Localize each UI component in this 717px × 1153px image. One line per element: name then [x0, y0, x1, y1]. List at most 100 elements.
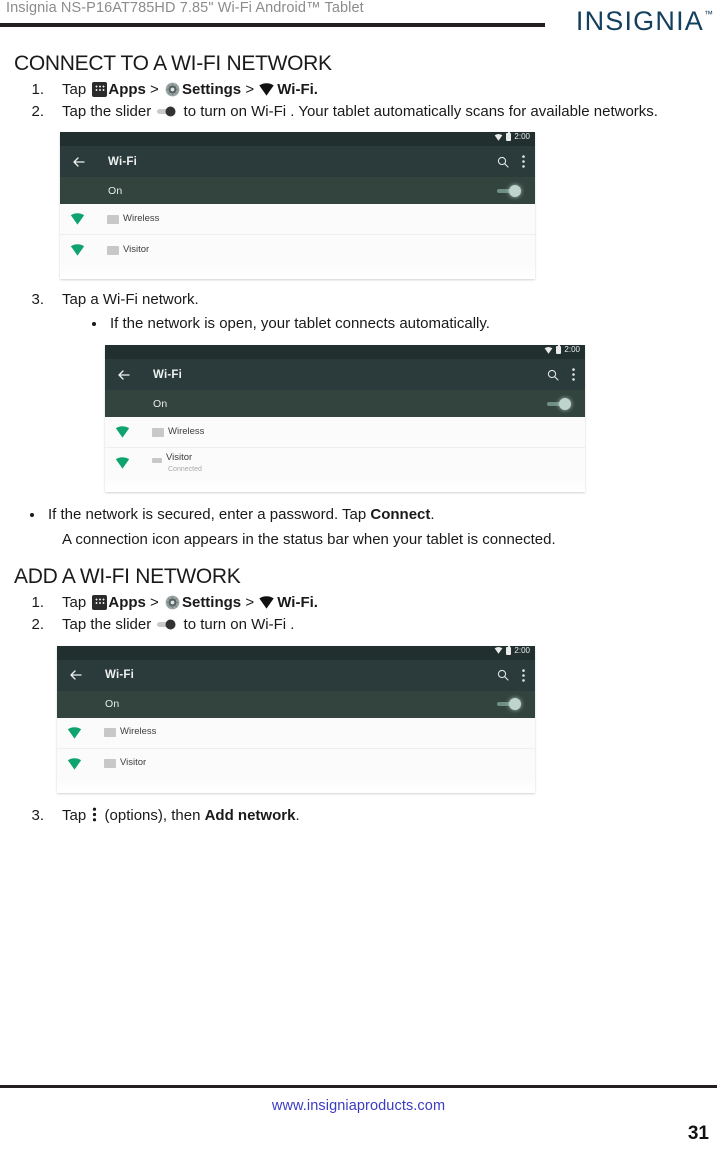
steps-list-connect-cont: 3. Tap a Wi-Fi network. If the network i…	[0, 289, 717, 335]
wifi-toggle-row[interactable]: On	[105, 390, 585, 418]
step-item: 2. Tap the slider to turn on Wi-Fi .	[0, 614, 717, 635]
step-separator: >	[145, 593, 163, 611]
list-fade	[57, 778, 535, 793]
network-name: Visitor	[104, 757, 146, 768]
battery-icon	[506, 645, 512, 655]
step-text-post: .	[295, 806, 300, 824]
step-item: 2. Tap the slider to turn on Wi-Fi . You…	[0, 101, 717, 122]
bullet-item: If the network is secured, enter a passw…	[0, 504, 717, 527]
insignia-logo-tm: ™	[704, 9, 713, 19]
network-row[interactable]: Wireless	[57, 718, 535, 749]
tablet-screenshot: 2:00 Wi-Fi On	[60, 132, 535, 280]
bullet-text: If the network is open, your tablet conn…	[110, 314, 490, 332]
step-bullets: If the network is open, your tablet conn…	[62, 313, 717, 336]
step-item: 1. Tap Apps > Settings > Wi-Fi.	[0, 79, 717, 100]
steps-list-connect: 1. Tap Apps > Settings > Wi-Fi. 2. Tap t…	[0, 79, 717, 123]
back-arrow-icon[interactable]	[117, 368, 131, 382]
status-wifi-icon	[495, 647, 503, 654]
network-row-texts: Wireless	[107, 213, 159, 224]
status-bar: 2:00	[60, 132, 535, 147]
back-arrow-icon[interactable]	[72, 155, 86, 169]
step-text-post: to turn on Wi-Fi .	[179, 616, 295, 634]
trailing-bullets: If the network is secured, enter a passw…	[0, 504, 717, 527]
step-separator: >	[145, 80, 163, 98]
page-content: CONNECT TO A WI-FI NETWORK 1. Tap Apps >…	[0, 52, 717, 827]
overflow-menu-icon	[522, 155, 525, 169]
app-bar-actions	[497, 660, 525, 691]
connect-bold: Connect	[370, 506, 431, 524]
gear-icon	[165, 82, 180, 97]
network-signal-icon	[67, 726, 82, 739]
network-row[interactable]: Visitor	[60, 235, 535, 265]
network-row[interactable]: Wireless	[60, 204, 535, 236]
wifi-switch[interactable]	[547, 397, 571, 410]
app-bar-actions	[497, 146, 525, 177]
step-text-pre: Tap	[62, 593, 91, 611]
wifi-icon	[259, 82, 274, 96]
apps-label: Apps	[108, 593, 146, 611]
overflow-menu-icon	[572, 368, 575, 381]
network-row-texts: Visitor	[104, 757, 146, 768]
apps-icon	[92, 81, 108, 97]
screenshot-wifi-list-3: 2:00 Wi-Fi On Wireless Visitor	[57, 645, 535, 793]
wifi-switch[interactable]	[497, 698, 521, 711]
status-bar: 2:00	[57, 645, 535, 660]
overflow-menu-icon	[92, 807, 97, 822]
status-time: 2:00	[514, 645, 530, 655]
network-row-texts: Wireless	[104, 726, 156, 737]
bullet-text-pre: If the network is secured, enter a passw…	[48, 506, 371, 524]
step-item: 1. Tap Apps > Settings > Wi-Fi.	[0, 592, 717, 613]
network-row-texts: Visitor	[107, 244, 149, 255]
insignia-logo-text: INSIGNIA	[575, 6, 704, 36]
app-bar: Wi-Fi	[60, 146, 535, 178]
page-number: 31	[687, 1123, 709, 1144]
step-text-pre: Tap the slider	[62, 103, 156, 121]
app-bar-title: Wi-Fi	[105, 669, 134, 682]
app-bar: Wi-Fi	[105, 359, 585, 391]
bullet-dot	[30, 513, 34, 518]
network-row[interactable]: Wireless	[105, 417, 585, 449]
status-bar: 2:00	[105, 345, 585, 360]
section-add-wifi: ADD A WI-FI NETWORK 1. Tap Apps > Settin…	[0, 565, 717, 826]
back-arrow-icon[interactable]	[69, 668, 83, 682]
search-icon	[547, 369, 559, 381]
network-name: Visitor	[107, 244, 149, 255]
page-footer: www.insigniaproducts.com 31	[0, 1085, 717, 1153]
battery-icon	[556, 345, 562, 355]
network-row[interactable]: Visitor Connected	[105, 448, 585, 478]
step-text-pre: Tap	[62, 806, 91, 824]
wifi-toggle-row[interactable]: On	[57, 690, 535, 718]
network-list: Wireless Visitor	[57, 717, 535, 779]
network-name: Visitor	[152, 452, 202, 463]
wifi-switch[interactable]	[497, 184, 521, 197]
step-item: 3. Tap (options), then Add network.	[0, 805, 717, 826]
section-connect-to-wifi: CONNECT TO A WI-FI NETWORK 1. Tap Apps >…	[0, 52, 717, 551]
status-wifi-icon	[545, 346, 553, 354]
bullet-item: If the network is open, your tablet conn…	[62, 313, 717, 336]
wifi-icon	[259, 596, 274, 609]
settings-label: Settings	[181, 593, 242, 611]
step-number: 3.	[31, 806, 44, 824]
step-text-mid: (options), then	[100, 806, 205, 824]
insignia-logo: INSIGNIA™	[576, 8, 713, 35]
battery-icon	[506, 132, 512, 142]
slider-toggle-icon	[157, 106, 177, 117]
step-number: 3.	[31, 291, 44, 309]
search-icon	[497, 669, 509, 681]
bullet-dot	[92, 321, 96, 326]
step-text-pre: Tap the slider	[62, 616, 156, 634]
overflow-menu-icon	[522, 668, 525, 682]
app-bar: Wi-Fi	[57, 659, 535, 691]
step-item: 3. Tap a Wi-Fi network. If the network i…	[0, 289, 717, 335]
wifi-toggle-row[interactable]: On	[60, 177, 535, 205]
network-signal-icon	[67, 757, 82, 770]
network-name: Wireless	[152, 426, 204, 437]
network-list: Wireless Visitor Connected	[105, 417, 585, 479]
network-row[interactable]: Visitor	[57, 749, 535, 779]
tablet-screenshot: 2:00 Wi-Fi On	[57, 645, 535, 793]
footer-website-link[interactable]: www.insigniaproducts.com	[0, 1098, 717, 1114]
running-head-title: Insignia NS-P16AT785HD 7.85" Wi-Fi Andro…	[6, 0, 364, 16]
network-signal-icon	[115, 426, 130, 438]
tablet-screenshot: 2:00 Wi-Fi On	[105, 345, 585, 493]
step-text: Tap a Wi-Fi network.	[62, 291, 199, 309]
